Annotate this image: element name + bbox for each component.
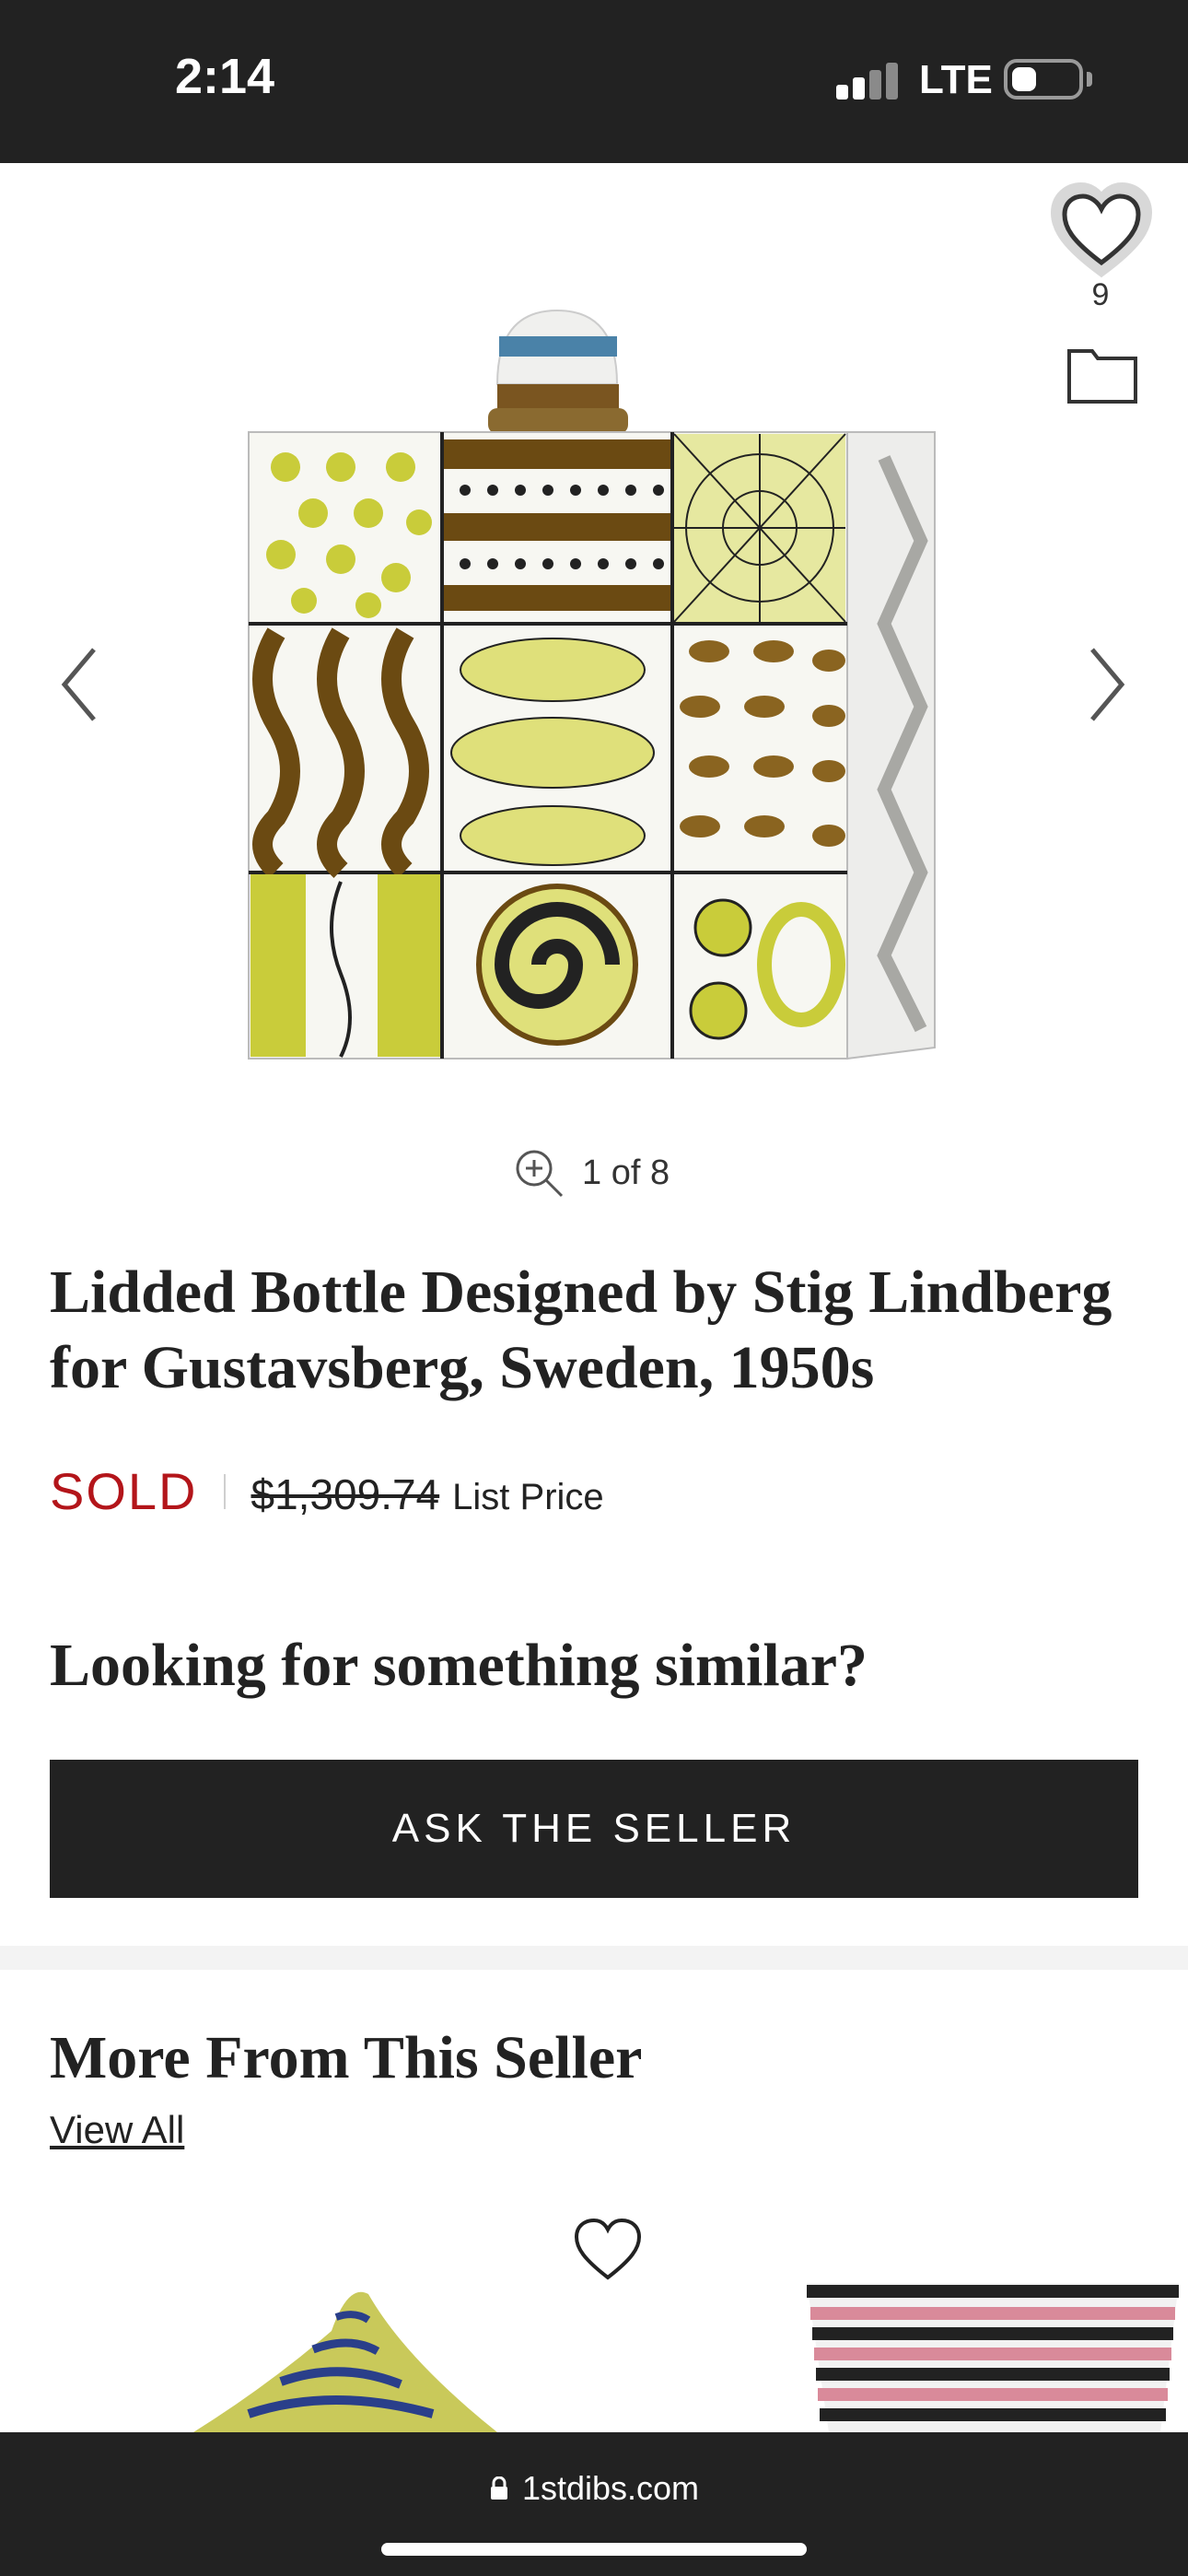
list-price: $1,309.74 xyxy=(250,1470,440,1518)
battery-tip xyxy=(1087,72,1092,87)
product-thumbnail[interactable] xyxy=(193,2276,507,2432)
zoom-icon[interactable] xyxy=(512,1146,565,1200)
folder-icon[interactable] xyxy=(1066,344,1138,404)
view-all-link[interactable]: View All xyxy=(50,2108,184,2152)
network-label: LTE xyxy=(919,57,993,102)
home-indicator[interactable] xyxy=(381,2543,807,2556)
more-from-seller-heading: More From This Seller xyxy=(50,2024,643,2091)
heart-icon[interactable] xyxy=(1048,181,1155,283)
product-title: Lidded Bottle Designed by Stig Lindberg … xyxy=(50,1259,1112,1401)
status-bar: 2:14 LTE xyxy=(0,0,1188,163)
image-counter: 1 of 8 xyxy=(582,1153,670,1192)
product-image[interactable] xyxy=(239,237,949,1121)
signal-icon xyxy=(836,61,899,100)
favorites-count: 9 xyxy=(1091,277,1110,312)
sold-badge: SOLD xyxy=(50,1462,198,1520)
url-field[interactable]: 1stdibs.com xyxy=(0,2469,1188,2508)
image-zoom-control[interactable]: 1 of 8 xyxy=(512,1145,670,1200)
url-text: 1stdibs.com xyxy=(521,2469,700,2507)
status-time: 2:14 xyxy=(175,49,275,104)
image-carousel[interactable]: 9 1 of 8 xyxy=(0,163,1188,1223)
section-divider xyxy=(0,1946,1188,1970)
product-thumbnail[interactable] xyxy=(801,2276,1188,2432)
list-price-label: List Price xyxy=(452,1477,604,1517)
lock-icon xyxy=(490,2476,507,2500)
battery-icon xyxy=(1004,59,1083,100)
price-separator xyxy=(223,1473,226,1509)
chevron-left-icon[interactable] xyxy=(52,638,107,731)
similar-heading: Looking for something similar? xyxy=(50,1632,868,1699)
ask-seller-button[interactable]: ASK THE SELLER xyxy=(50,1760,1138,1898)
browser-bar: 1stdibs.com xyxy=(0,2432,1188,2576)
chevron-right-icon[interactable] xyxy=(1079,638,1135,731)
price-row: SOLD $1,309.74 List Price xyxy=(50,1461,604,1521)
heart-icon[interactable] xyxy=(571,2215,645,2285)
